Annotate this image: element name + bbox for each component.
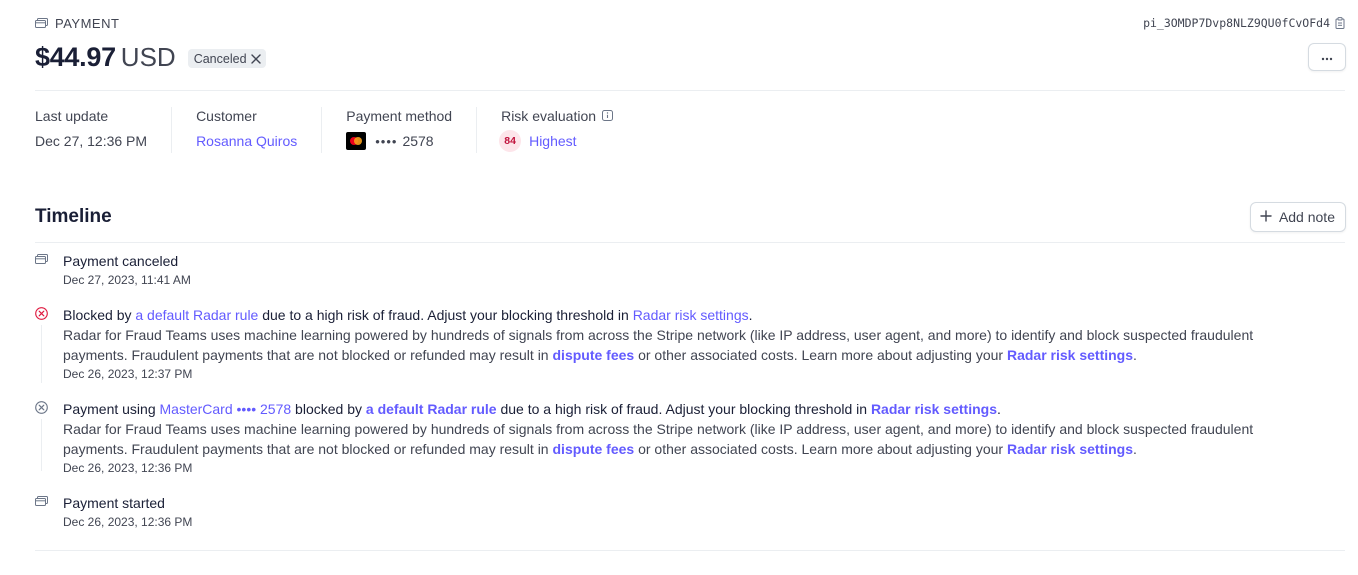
event-time: Dec 26, 2023, 12:36 PM [63,515,193,529]
event-title: Blocked by a default Radar rule due to a… [63,307,753,323]
dispute-fees-link[interactable]: dispute fees [553,441,635,457]
payment-id[interactable]: pi_3OMDP7Dvp8NLZ9QU0fCvOFd4 [1143,16,1345,30]
payment-currency: USD [120,42,176,72]
close-icon [250,53,261,64]
event-title: Payment using MasterCard •••• 2578 block… [63,401,1001,417]
section-label-text: PAYMENT [55,16,120,31]
timeline-bottom-divider [35,550,1345,551]
payment-amount: $44.97 [35,42,116,72]
event-description: Radar for Fraud Teams uses machine learn… [63,421,1254,457]
top-bar: PAYMENT pi_3OMDP7Dvp8NLZ9QU0fCvOFd4 [35,14,1345,34]
add-note-label: Add note [1278,209,1335,225]
summary-risk: Risk evaluation 84 Highest [499,107,637,153]
timeline-event-canceled: Payment canceled Dec 27, 2023, 11:41 AM [35,251,1318,288]
mastercard-icon [346,132,367,150]
risk-score-badge: 84 [499,130,522,152]
payment-icon [35,495,48,508]
radar-settings-link[interactable]: Radar risk settings [871,401,997,417]
summary-customer: Customer Rosanna Quiros [196,107,323,153]
status-badge-label: Canceled [193,51,247,66]
risk-level-link[interactable]: Highest [529,133,576,149]
card-link[interactable]: MasterCard •••• 2578 [160,401,292,417]
more-icon [1321,48,1333,66]
payment-icon [35,253,48,266]
event-time: Dec 26, 2023, 12:36 PM [63,461,193,475]
payment-id-text[interactable]: pi_3OMDP7Dvp8NLZ9QU0fCvOFd4 [1143,16,1330,30]
event-time: Dec 27, 2023, 11:41 AM [63,273,191,287]
radar-rule-link[interactable]: a default Radar rule [366,401,497,417]
card-last4: 2578 [402,133,434,149]
copy-icon[interactable] [1335,17,1345,29]
more-actions-button[interactable] [1308,43,1346,71]
radar-settings-link[interactable]: Radar risk settings [633,307,749,323]
info-icon[interactable] [602,108,614,124]
radar-settings-link[interactable]: Radar risk settings [1007,347,1133,363]
event-title: Payment canceled [63,253,179,269]
customer-link[interactable]: Rosanna Quiros [196,133,297,149]
payment-summary: Last update Dec 27, 12:36 PM Customer Ro… [35,107,661,153]
blocked-icon [35,307,48,320]
card-dots: •••• [375,133,398,149]
amount-row: $44.97 USD Canceled [35,42,266,73]
timeline-connector [41,419,42,471]
event-time: Dec 26, 2023, 12:37 PM [63,367,193,381]
timeline-event-blocked: Blocked by a default Radar rule due to a… [35,305,1318,383]
timeline-divider [35,242,1345,243]
summary-last-update: Last update Dec 27, 12:36 PM [35,107,173,153]
timeline-event-started: Payment started Dec 26, 2023, 12:36 PM [35,493,1318,530]
timeline-connector [41,325,42,383]
radar-settings-link[interactable]: Radar risk settings [1007,441,1133,457]
dispute-fees-link[interactable]: dispute fees [553,347,635,363]
timeline-title: Timeline [35,206,112,227]
blocked-icon [35,401,48,414]
header-divider [35,90,1345,91]
section-label: PAYMENT [35,16,119,31]
summary-payment-method: Payment method •••• 2578 [346,107,478,153]
risk-label: Risk evaluation [501,107,614,125]
customer-label: Customer [196,108,257,124]
risk-label-text: Risk evaluation [501,108,597,124]
last-update-value: Dec 27, 12:36 PM [35,133,148,149]
timeline-event-payment-blocked: Payment using MasterCard •••• 2578 block… [35,399,1318,476]
status-badge: Canceled [187,49,266,68]
add-note-button[interactable]: Add note [1249,202,1346,232]
last-update-label: Last update [35,108,109,124]
event-description: Radar for Fraud Teams uses machine learn… [63,327,1254,363]
event-title: Payment started [63,495,165,511]
plus-icon [1260,209,1272,225]
payment-method-label: Payment method [346,108,453,124]
radar-rule-link[interactable]: a default Radar rule [135,307,258,323]
payment-icon [35,18,48,29]
